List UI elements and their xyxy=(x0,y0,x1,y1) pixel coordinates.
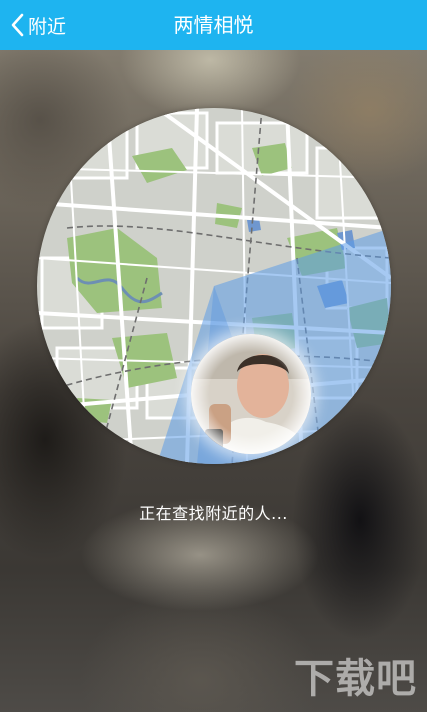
screen: 附近 两情相悦 正在查找附近的人... 下载吧 xyxy=(0,0,427,712)
avatar xyxy=(191,334,311,454)
watermark: 下载吧 xyxy=(294,656,417,702)
top-bar: 附近 两情相悦 xyxy=(0,0,427,50)
avatar-photo xyxy=(191,334,311,454)
radar-map xyxy=(37,108,391,464)
chevron-left-icon xyxy=(11,13,24,37)
back-label: 附近 xyxy=(28,15,67,38)
status-text: 正在查找附近的人... xyxy=(139,504,288,523)
back-button[interactable]: 附近 xyxy=(10,0,66,50)
